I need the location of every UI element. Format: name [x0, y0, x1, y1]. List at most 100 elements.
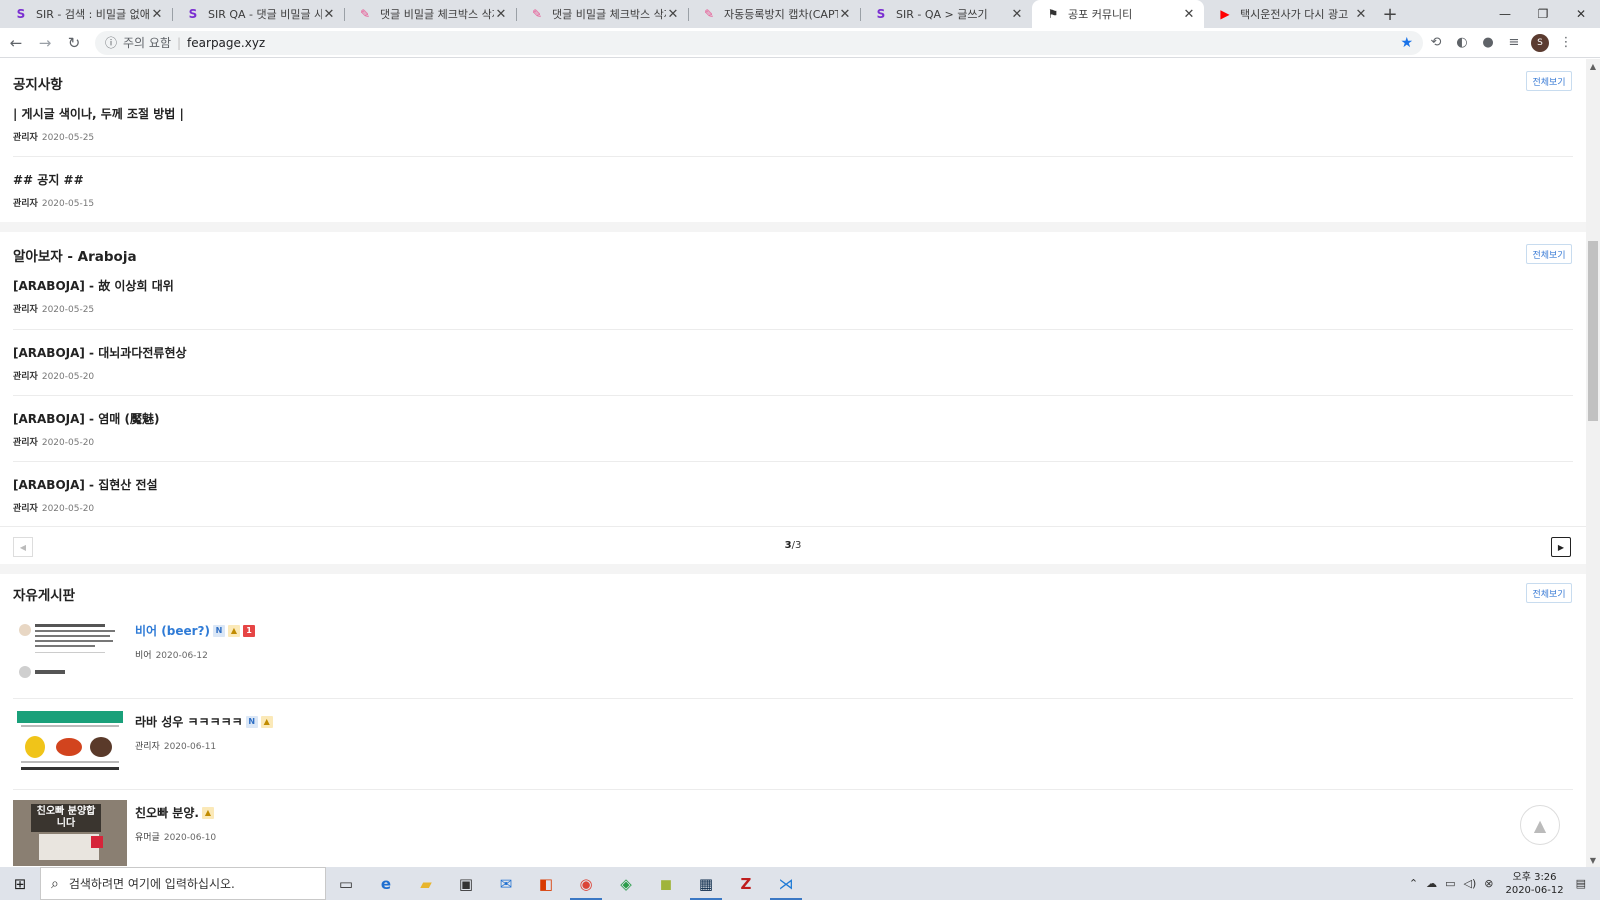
post-title[interactable]: 비어 (beer?) N ▲ 1 — [135, 622, 255, 639]
bookmark-star-icon[interactable]: ★ — [1400, 35, 1413, 51]
kakaotalk-icon[interactable]: ◼ — [646, 867, 686, 900]
extension-icon[interactable]: ◐ — [1449, 30, 1475, 56]
reload-icon[interactable]: ↻ — [61, 30, 87, 56]
filezilla-icon[interactable]: Z — [726, 867, 766, 900]
post-title[interactable]: [ARABOJA] - 집현산 전설 — [13, 476, 158, 493]
post-author: 관리자 — [135, 742, 160, 752]
notice-more-button[interactable]: 전체보기 — [1526, 71, 1572, 91]
list-item[interactable]: [ARABOJA] - 故 이상희 대위 관리자 2020-05-25 — [13, 268, 1573, 330]
file-explorer-icon[interactable]: ▰ — [406, 867, 446, 900]
browser-tab[interactable]: ✎ 댓글 비밀글 체크박스 삭제 ✕ — [344, 0, 516, 28]
back-icon[interactable]: ← — [3, 30, 29, 56]
avatar[interactable]: S — [1531, 33, 1549, 52]
free-board-more-button[interactable]: 전체보기 — [1526, 583, 1572, 603]
list-item[interactable]: [ARABOJA] - 집현산 전설 관리자 2020-05-20 — [13, 462, 1573, 526]
address-bar[interactable]: ⓘ 주의 요함 | fearpage.xyz ★ — [95, 30, 1423, 55]
browser-toolbar: ← → ↻ ⓘ 주의 요함 | fearpage.xyz ★ ⟲ ◐ ● ≡ S… — [0, 28, 1600, 58]
araboja-more-button[interactable]: 전체보기 — [1526, 244, 1572, 264]
task-view-icon[interactable]: ▭ — [326, 867, 366, 900]
browser-tab[interactable]: ▶ 택시운전사가 다시 광고 ✕ — [1204, 0, 1376, 28]
windows-taskbar: ⊞ ⌕ 검색하려면 여기에 입력하십시오. ▭ e ▰ ▣ ✉ ◧ ◉ ◈ ◼ … — [0, 867, 1600, 900]
tab-close-icon[interactable]: ✕ — [322, 7, 336, 22]
post-thumbnail[interactable] — [13, 618, 127, 684]
vscode-icon[interactable]: ⋊ — [766, 867, 806, 900]
mail-icon[interactable]: ✉ — [486, 867, 526, 900]
edge-icon[interactable]: e — [366, 867, 406, 900]
photoshop-icon[interactable]: ▦ — [686, 867, 726, 900]
tab-favicon-icon: S — [16, 7, 26, 21]
history-icon[interactable]: ⟲ — [1423, 30, 1449, 56]
post-title-text[interactable]: 친오빠 분양. — [135, 804, 199, 821]
info-icon[interactable]: ⓘ — [105, 34, 117, 51]
volume-icon[interactable]: ◁) — [1459, 877, 1480, 890]
post-title[interactable]: | 게시글 색이나, 두께 조절 방법 | — [13, 105, 184, 122]
forward-icon[interactable]: → — [32, 30, 58, 56]
browser-tab[interactable]: ⚑ 공포 커뮤니티 ✕ — [1032, 0, 1204, 28]
post-title[interactable]: [ARABOJA] - 故 이상희 대위 — [13, 277, 174, 294]
window-controls: — ❐ ✕ — [1486, 0, 1600, 28]
maps-icon[interactable]: ◈ — [606, 867, 646, 900]
chrome-icon[interactable]: ◉ — [566, 867, 606, 900]
system-tray: ⌃ ☁ ▭ ◁) ⊗ 오후 3:26 2020-06-12 ▤ — [1405, 867, 1600, 900]
post-title[interactable]: 라바 성우 ㅋㅋㅋㅋㅋ N ▲ — [135, 713, 273, 730]
pager-next-button[interactable]: ▶ — [1551, 537, 1571, 557]
url-text[interactable]: fearpage.xyz — [187, 36, 1400, 50]
menu-icon[interactable]: ⋮ — [1553, 30, 1579, 56]
page-scrollbar[interactable]: ▲ ▼ — [1586, 59, 1600, 867]
store-icon[interactable]: ▣ — [446, 867, 486, 900]
tab-close-icon[interactable]: ✕ — [150, 7, 164, 22]
post-title-text[interactable]: 비어 (beer?) — [135, 622, 210, 639]
pager-count: 3/3 — [0, 540, 1586, 551]
clock-date: 2020-06-12 — [1505, 884, 1564, 896]
network-icon[interactable]: ▭ — [1441, 877, 1459, 890]
notification-icon[interactable]: ▤ — [1572, 877, 1600, 890]
restore-button[interactable]: ❐ — [1524, 0, 1562, 28]
scroll-down-icon[interactable]: ▼ — [1586, 853, 1600, 867]
security-label: 주의 요함 — [123, 36, 171, 50]
list-item[interactable]: 친오빠 분양합니다 친오빠 분양. ▲ 유머글 2020-06-10 — [13, 790, 1573, 867]
browser-tab[interactable]: ✎ 댓글 비밀글 체크박스 삭제 ✕ — [516, 0, 688, 28]
tab-close-icon[interactable]: ✕ — [494, 7, 508, 22]
pager-total: /3 — [791, 540, 802, 551]
tray-expand-icon[interactable]: ⌃ — [1405, 877, 1422, 890]
browser-tab[interactable]: ✎ 자동등록방지 캡차(CAPTCH✕ — [688, 0, 860, 28]
new-tab-button[interactable]: + — [1376, 0, 1404, 28]
post-date: 2020-05-25 — [41, 305, 95, 315]
list-item[interactable]: [ARABOJA] - 염매 (魘魅) 관리자 2020-05-20 — [13, 396, 1573, 462]
scroll-top-button[interactable]: ▲ — [1520, 805, 1560, 845]
list-item[interactable]: 비어 (beer?) N ▲ 1 비어 2020-06-12 — [13, 608, 1573, 699]
post-date: 2020-06-10 — [163, 833, 217, 843]
post-title-text[interactable]: 라바 성우 ㅋㅋㅋㅋㅋ — [135, 713, 243, 730]
post-title[interactable]: ## 공지 ## — [13, 171, 84, 188]
office-icon[interactable]: ◧ — [526, 867, 566, 900]
scroll-up-icon[interactable]: ▲ — [1586, 59, 1600, 73]
list-item[interactable]: [ARABOJA] - 대뇌과다전류현상 관리자 2020-05-20 — [13, 330, 1573, 396]
tab-close-icon[interactable]: ✕ — [666, 7, 680, 22]
ime-icon[interactable]: ⊗ — [1480, 877, 1497, 890]
post-title[interactable]: [ARABOJA] - 염매 (魘魅) — [13, 410, 159, 427]
media-control-icon[interactable]: ≡ — [1501, 30, 1527, 56]
list-item[interactable]: 라바 성우 ㅋㅋㅋㅋㅋ N ▲ 관리자 2020-06-11 — [13, 699, 1573, 790]
list-item[interactable]: | 게시글 색이나, 두께 조절 방법 | 관리자 2020-05-25 — [13, 97, 1573, 157]
browser-tab[interactable]: S SIR - QA > 글쓰기 ✕ — [860, 0, 1032, 28]
post-title[interactable]: [ARABOJA] - 대뇌과다전류현상 — [13, 344, 187, 361]
browser-tab[interactable]: S SIR - 검색 : 비밀글 없애기 ✕ — [0, 0, 172, 28]
minimize-button[interactable]: — — [1486, 0, 1524, 28]
tray-app-icon[interactable]: ☁ — [1422, 877, 1441, 890]
taskbar-clock[interactable]: 오후 3:26 2020-06-12 — [1497, 871, 1571, 897]
tab-close-icon[interactable]: ✕ — [1354, 7, 1368, 22]
post-title[interactable]: 친오빠 분양. ▲ — [135, 804, 214, 821]
post-thumbnail[interactable]: 친오빠 분양합니다 — [13, 800, 127, 866]
tab-close-icon[interactable]: ✕ — [838, 7, 852, 22]
post-thumbnail[interactable] — [13, 709, 127, 775]
extension-w-icon[interactable]: ● — [1475, 30, 1501, 56]
tab-title: 택시운전사가 다시 광고 — [1240, 8, 1349, 21]
windows-start-icon[interactable]: ⊞ — [0, 867, 40, 900]
taskbar-search[interactable]: ⌕ 검색하려면 여기에 입력하십시오. — [40, 867, 326, 900]
tab-close-icon[interactable]: ✕ — [1010, 7, 1024, 22]
close-window-button[interactable]: ✕ — [1562, 0, 1600, 28]
browser-tab[interactable]: S SIR QA - 댓글 비밀글 사용 ✕ — [172, 0, 344, 28]
scrollbar-thumb[interactable] — [1588, 241, 1598, 421]
list-item[interactable]: ## 공지 ## 관리자 2020-05-15 — [13, 157, 1573, 222]
tab-close-icon[interactable]: ✕ — [1182, 7, 1196, 22]
